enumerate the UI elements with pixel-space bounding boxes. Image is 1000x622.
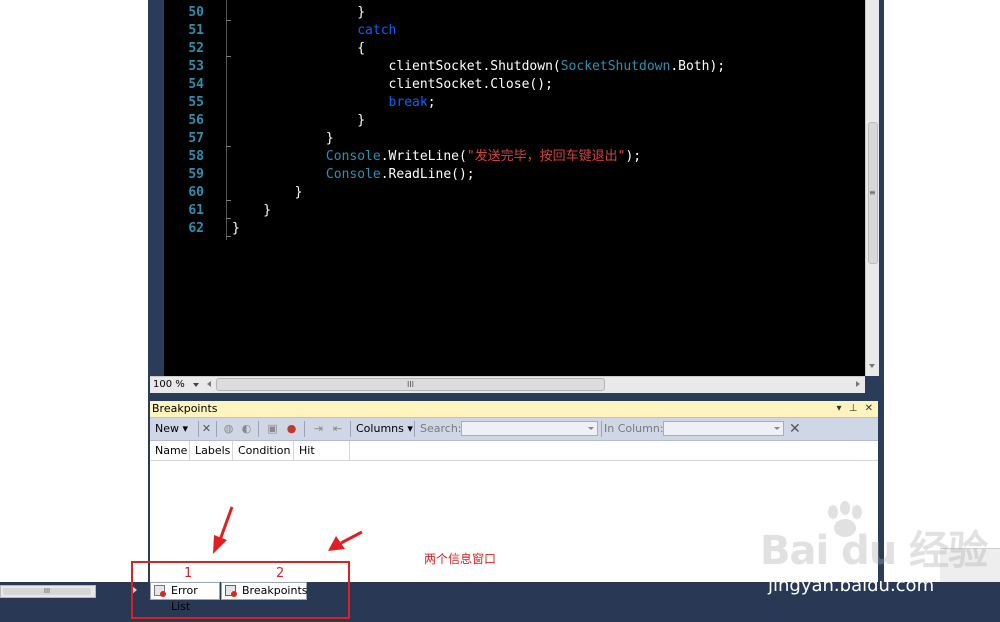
annotation-note: 两个信息窗口 bbox=[424, 552, 497, 566]
watermark-url: jingyan.baidu.com bbox=[768, 575, 935, 596]
annotation-number-1: 1 bbox=[184, 566, 193, 581]
annotation-number-2: 2 bbox=[276, 566, 285, 581]
watermark-logo: Bai du 经验 bbox=[760, 528, 988, 574]
annotation-arrow-2 bbox=[328, 530, 363, 551]
annotation-arrow-1 bbox=[213, 506, 234, 554]
